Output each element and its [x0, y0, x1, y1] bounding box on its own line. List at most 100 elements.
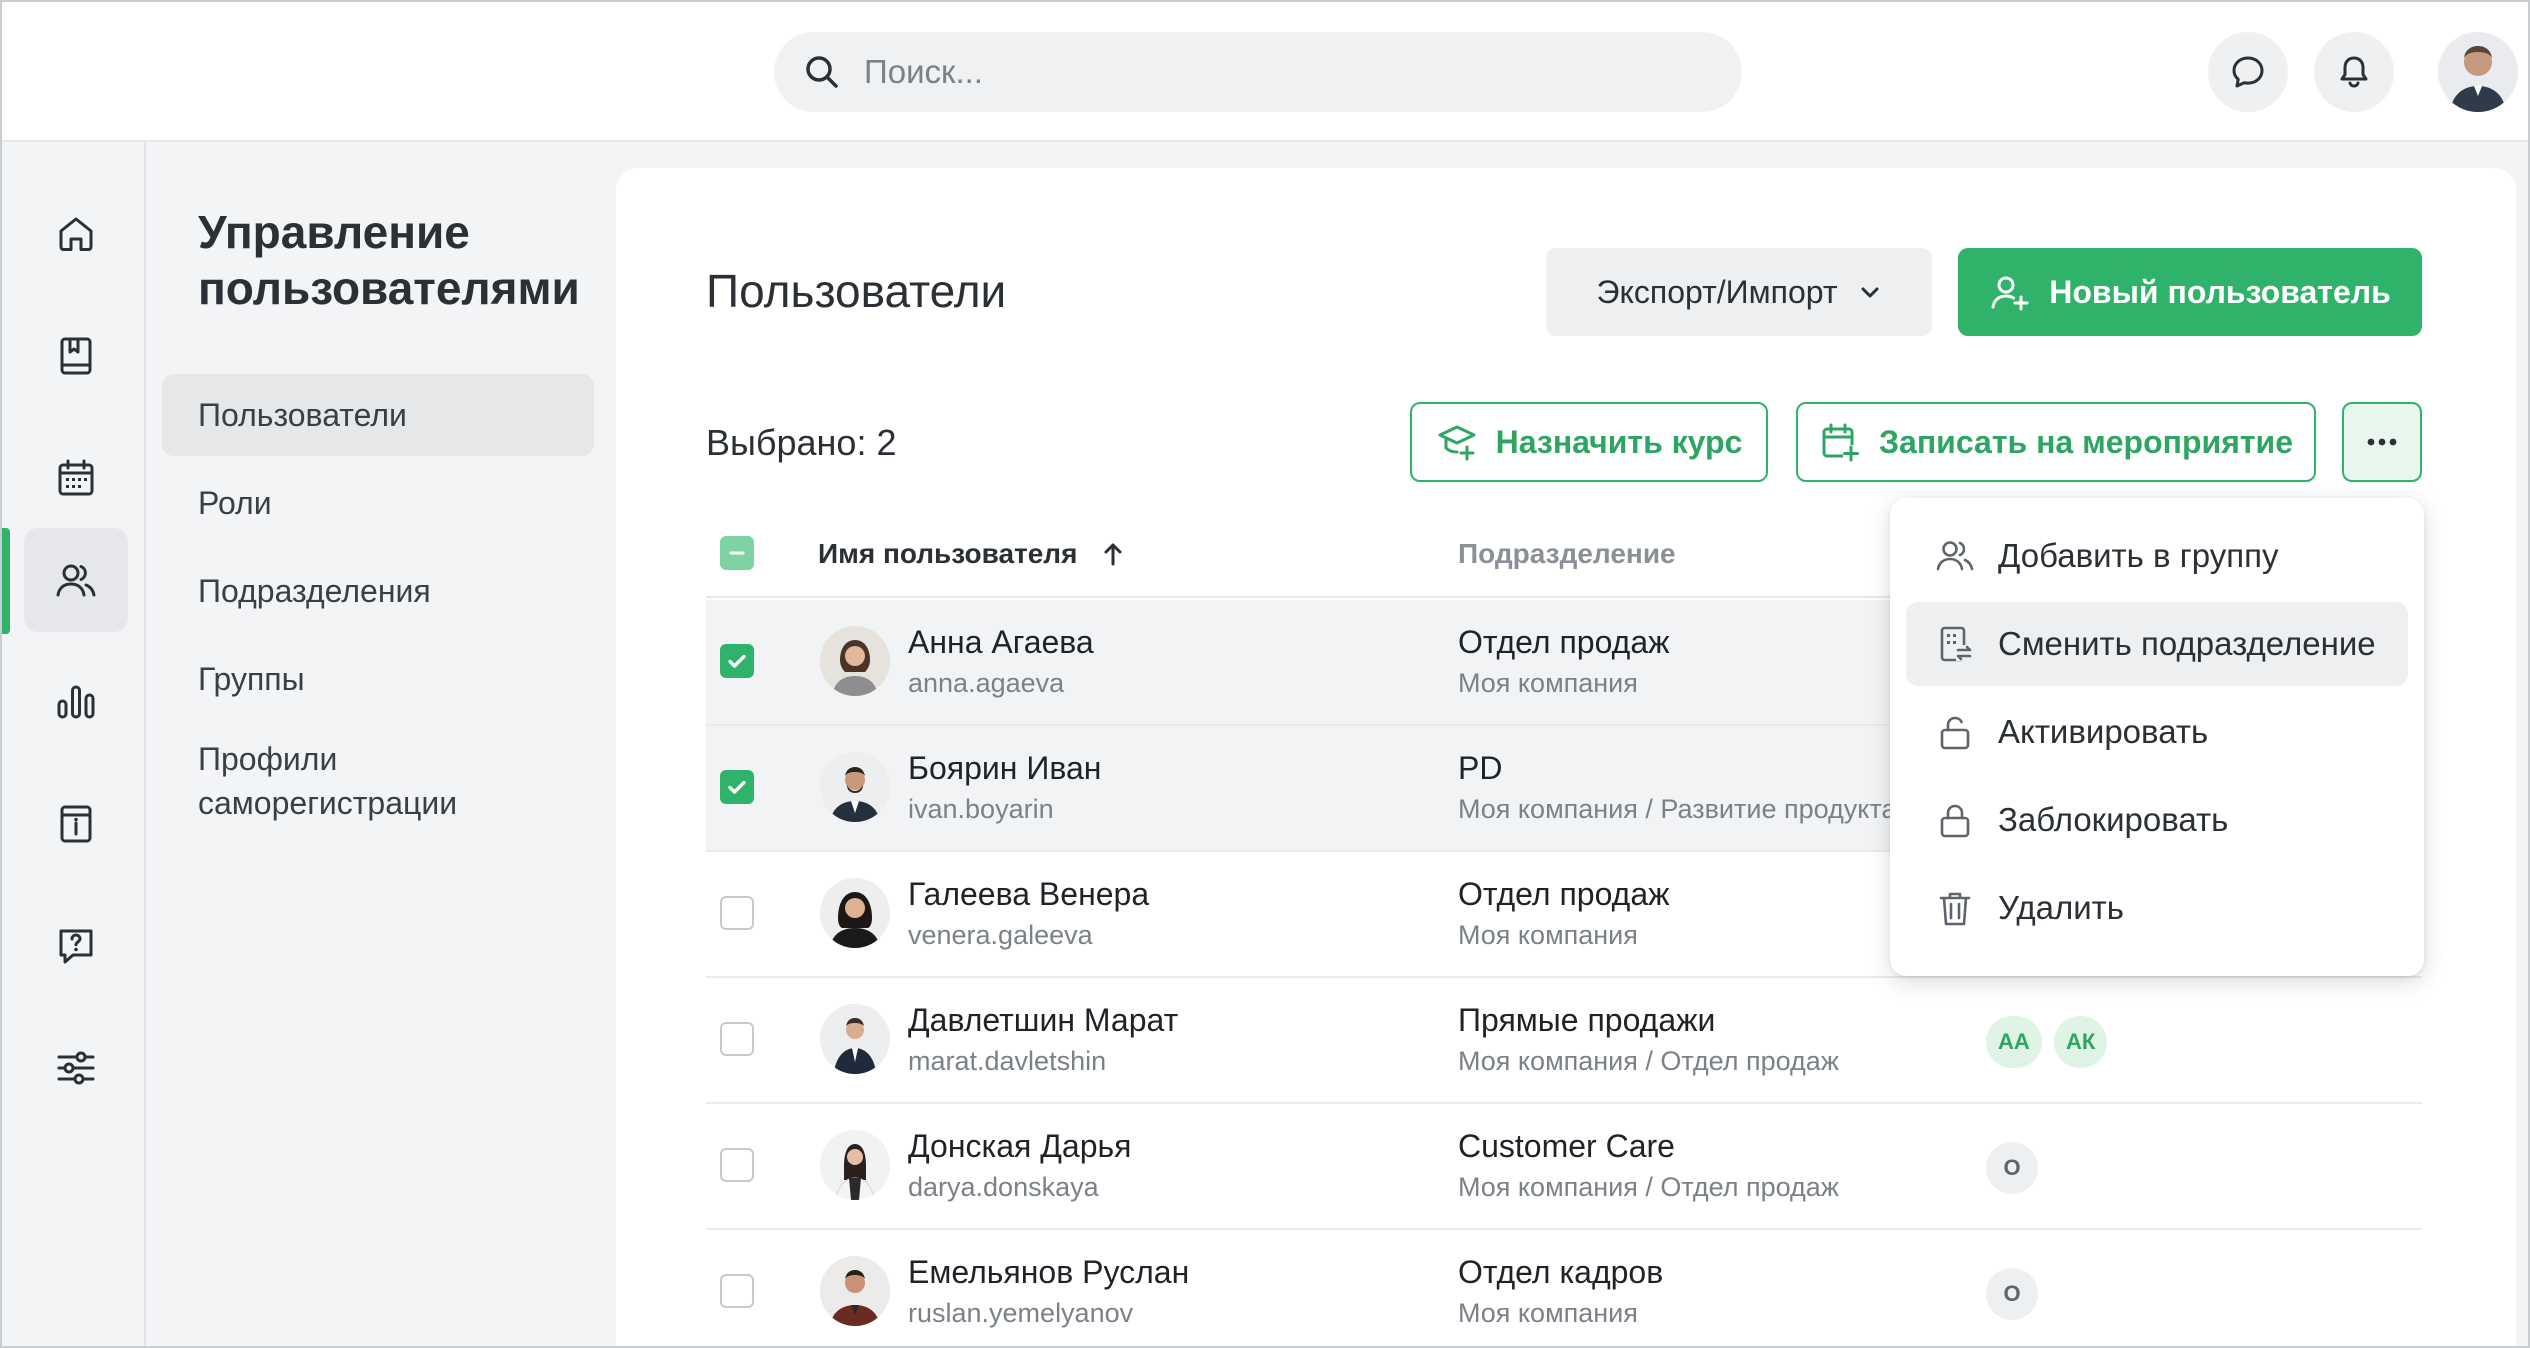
column-header-name-label: Имя пользователя — [818, 538, 1078, 569]
app-window: Поиск... Управление пользователями Польз… — [0, 0, 2530, 1348]
menu-item-block[interactable]: Заблокировать — [1906, 778, 2408, 862]
rail-calendar[interactable] — [24, 426, 128, 530]
menu-item-activate[interactable]: Активировать — [1906, 690, 2408, 774]
search-placeholder: Поиск... — [864, 53, 983, 90]
rail-analytics[interactable] — [24, 650, 128, 754]
subnav-item-label: Подразделения — [198, 572, 431, 609]
subnav-item-self-registration[interactable]: Профили саморегистрации — [162, 726, 582, 836]
rail-users[interactable] — [24, 528, 128, 632]
avatar — [820, 752, 890, 822]
top-bar: Поиск... — [2, 2, 2528, 142]
book-icon — [60, 337, 92, 375]
user-department: PD — [1458, 750, 1503, 786]
export-import-button[interactable]: Экспорт/Импорт — [1546, 248, 1932, 336]
select-all-checkbox[interactable] — [720, 536, 754, 570]
table-row[interactable]: Емельянов Руслан ruslan.yemelyanov Отдел… — [706, 1230, 2422, 1346]
user-login: ruslan.yemelyanov — [908, 1298, 1134, 1328]
sort-ascending-icon — [1104, 543, 1122, 566]
department-path: Моя компания / Отдел продаж — [1458, 1046, 1839, 1076]
rail-courses[interactable] — [24, 304, 128, 408]
table-row[interactable]: Давлетшин Марат marat.davletshin Прямые … — [706, 978, 2422, 1104]
user-avatar[interactable] — [2438, 32, 2518, 112]
avatar — [820, 1256, 890, 1326]
page-title: Пользователи — [706, 265, 1007, 317]
section-title: Управление пользователями — [198, 206, 580, 314]
menu-item-delete[interactable]: Удалить — [1906, 866, 2408, 950]
group-chip[interactable]: АА — [1986, 1016, 2042, 1068]
user-name: Анна Агаева — [908, 624, 1094, 660]
unlock-icon — [1940, 716, 1970, 750]
subnav-item-departments[interactable]: Подразделения — [162, 550, 594, 632]
export-import-label: Экспорт/Импорт — [1596, 273, 1838, 310]
icon-rail — [2, 142, 146, 1346]
user-name: Емельянов Руслан — [908, 1254, 1190, 1290]
user-department: Customer Care — [1458, 1128, 1675, 1164]
user-department: Прямые продажи — [1458, 1002, 1716, 1038]
chat-button[interactable] — [2208, 32, 2288, 112]
minus-icon — [729, 551, 745, 555]
subnav-item-label: Группы — [198, 660, 305, 697]
users-icon — [56, 564, 96, 597]
subnav-item-label: Профили саморегистрации — [198, 741, 458, 821]
enroll-event-button[interactable]: Записать на мероприятие — [1796, 402, 2316, 482]
new-user-label: Новый пользователь — [2049, 273, 2391, 310]
subnav-item-groups[interactable]: Группы — [162, 638, 594, 720]
enroll-event-label: Записать на мероприятие — [1879, 423, 2293, 460]
more-actions-button[interactable] — [2342, 402, 2422, 482]
help-icon — [59, 929, 93, 964]
rail-help[interactable] — [24, 894, 128, 998]
menu-item-add-to-group[interactable]: Добавить в группу — [1906, 514, 2408, 598]
group-chip[interactable]: О — [1986, 1142, 2038, 1194]
row-checkbox[interactable] — [720, 1274, 754, 1308]
avatar-portrait-icon — [820, 1004, 890, 1074]
lock-icon — [1940, 804, 1970, 838]
assign-course-label: Назначить курс — [1495, 423, 1743, 460]
group-chip[interactable]: О — [1986, 1268, 2038, 1320]
user-login: darya.donskaya — [908, 1172, 1099, 1202]
new-user-button[interactable]: Новый пользователь — [1958, 248, 2422, 336]
subnav-item-users[interactable]: Пользователи — [162, 374, 594, 456]
group-chip[interactable]: АК — [2054, 1016, 2108, 1068]
search-input[interactable]: Поиск... — [774, 32, 1742, 112]
row-checkbox[interactable] — [720, 1022, 754, 1056]
department-path: Моя компания — [1458, 1298, 1638, 1328]
subnav-item-roles[interactable]: Роли — [162, 462, 594, 544]
subnav-item-label: Роли — [198, 484, 272, 521]
user-department: Отдел продаж — [1458, 624, 1670, 660]
menu-item-change-department[interactable]: Сменить подразделение — [1906, 602, 2408, 686]
avatar — [820, 1130, 890, 1200]
user-login: marat.davletshin — [908, 1046, 1107, 1076]
rail-info[interactable] — [24, 772, 128, 876]
department-path: Моя компания — [1458, 920, 1638, 950]
menu-item-label: Заблокировать — [1998, 801, 2229, 838]
notifications-button[interactable] — [2314, 32, 2394, 112]
menu-item-label: Активировать — [1998, 713, 2209, 750]
row-checkbox[interactable] — [720, 644, 754, 678]
user-login: venera.galeeva — [908, 920, 1093, 950]
rail-settings[interactable] — [24, 1016, 128, 1120]
rail-home[interactable] — [24, 182, 128, 286]
users-add-icon — [1936, 541, 1974, 571]
check-icon — [728, 780, 746, 794]
assign-course-button[interactable]: Назначить курс — [1410, 402, 1768, 482]
search-icon — [806, 56, 838, 88]
column-header-department[interactable]: Подразделение — [1458, 538, 1676, 570]
row-checkbox[interactable] — [720, 1148, 754, 1182]
row-checkbox[interactable] — [720, 770, 754, 804]
user-login: anna.agaeva — [908, 668, 1065, 698]
table-row[interactable]: Донская Дарья darya.donskaya Customer Ca… — [706, 1104, 2422, 1230]
row-checkbox[interactable] — [720, 896, 754, 930]
user-login: ivan.boyarin — [908, 794, 1054, 824]
rail-active-indicator — [2, 528, 10, 634]
calendar-icon — [58, 459, 94, 496]
user-name: Давлетшин Марат — [908, 1002, 1179, 1038]
avatar-portrait-icon — [820, 1256, 890, 1326]
avatar-portrait-icon — [2450, 46, 2506, 112]
section-nav: Управление пользователями Пользователи Р… — [146, 142, 616, 1346]
column-header-name[interactable]: Имя пользователя — [818, 538, 1127, 570]
bell-icon — [2340, 56, 2368, 88]
chevron-down-icon — [1861, 287, 1878, 298]
user-department: Отдел продаж — [1458, 876, 1670, 912]
user-department: Отдел кадров — [1458, 1254, 1664, 1290]
more-horizontal-icon — [2367, 438, 2397, 446]
